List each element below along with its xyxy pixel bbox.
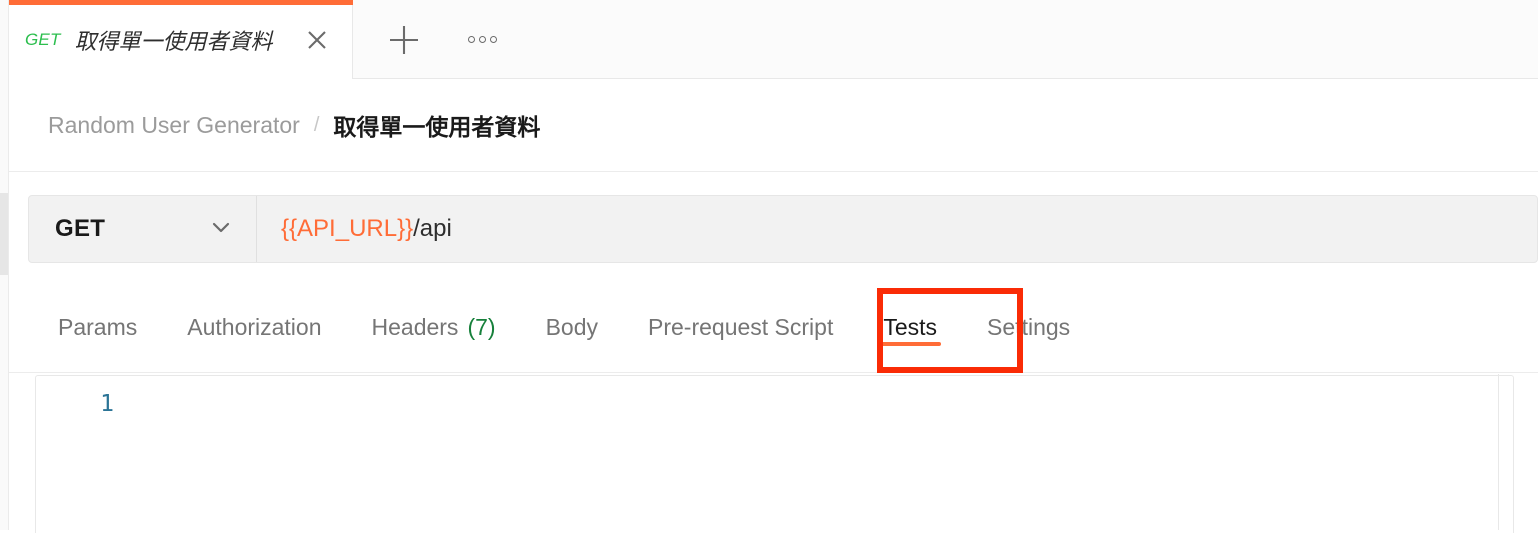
chevron-down-icon: [208, 214, 234, 245]
tab-strip-actions: [353, 0, 511, 79]
breadcrumb-current-request: 取得單一使用者資料: [333, 114, 541, 140]
left-rail: [0, 0, 9, 530]
code-editor[interactable]: 1: [35, 375, 1514, 533]
request-tab-title: 取得單一使用者資料: [74, 28, 273, 54]
tab-body[interactable]: Body: [521, 283, 623, 372]
editor-pane-divider: [1498, 374, 1499, 530]
request-tab-strip: GET 取得單一使用者資料: [9, 0, 1538, 79]
tab-label: Params: [58, 314, 138, 340]
plus-icon[interactable]: [375, 11, 433, 69]
tab-label: Settings: [987, 314, 1071, 340]
tab-settings[interactable]: Settings: [962, 283, 1095, 372]
headers-count-badge: (7): [467, 314, 496, 340]
url-variable-token: {{API_URL}}: [281, 215, 414, 242]
tab-label: Body: [545, 314, 598, 340]
tab-label: Headers: [371, 314, 459, 340]
close-icon[interactable]: [304, 27, 330, 53]
request-tab-active[interactable]: GET 取得單一使用者資料: [9, 0, 353, 79]
ellipsis-dot: [467, 36, 475, 43]
url-bar: GET {{API_URL}}/api: [28, 195, 1538, 263]
tab-label: Pre-request Script: [648, 314, 834, 340]
http-method-label: GET: [55, 215, 106, 242]
ellipsis-dot: [478, 36, 486, 43]
line-number: 1: [100, 391, 114, 417]
tab-pre-request-script[interactable]: Pre-request Script: [623, 283, 858, 372]
tab-headers[interactable]: Headers (7): [347, 283, 521, 372]
url-bar-row: GET {{API_URL}}/api: [9, 173, 1538, 283]
breadcrumb-separator: /: [313, 113, 320, 136]
postman-request-pane: GET 取得單一使用者資料 Random User Generator / 取得…: [0, 0, 1538, 533]
url-path-text: /api: [413, 215, 452, 242]
ellipsis-icon[interactable]: [453, 11, 511, 69]
tab-tests[interactable]: Tests: [858, 283, 962, 372]
sidebar-scrollbar-thumb[interactable]: [0, 193, 8, 275]
tab-label: Tests: [883, 314, 938, 340]
request-tab-method: GET: [25, 29, 61, 49]
url-input[interactable]: {{API_URL}}/api: [257, 196, 1537, 262]
breadcrumb-collection[interactable]: Random User Generator: [48, 112, 300, 139]
editor-gutter: 1: [36, 376, 128, 533]
http-method-select[interactable]: GET: [29, 196, 257, 262]
request-subtab-bar: Params Authorization Headers (7) Body Pr…: [9, 283, 1538, 373]
tab-label: Authorization: [187, 314, 322, 340]
main-column: GET 取得單一使用者資料 Random User Generator / 取得…: [9, 0, 1538, 533]
editor-code-area[interactable]: [128, 376, 1513, 533]
tests-script-editor: 1: [25, 374, 1514, 534]
ellipsis-dot: [489, 36, 497, 43]
breadcrumb: Random User Generator / 取得單一使用者資料: [9, 79, 1538, 172]
tab-authorization[interactable]: Authorization: [162, 283, 346, 372]
tab-params[interactable]: Params: [33, 283, 162, 372]
